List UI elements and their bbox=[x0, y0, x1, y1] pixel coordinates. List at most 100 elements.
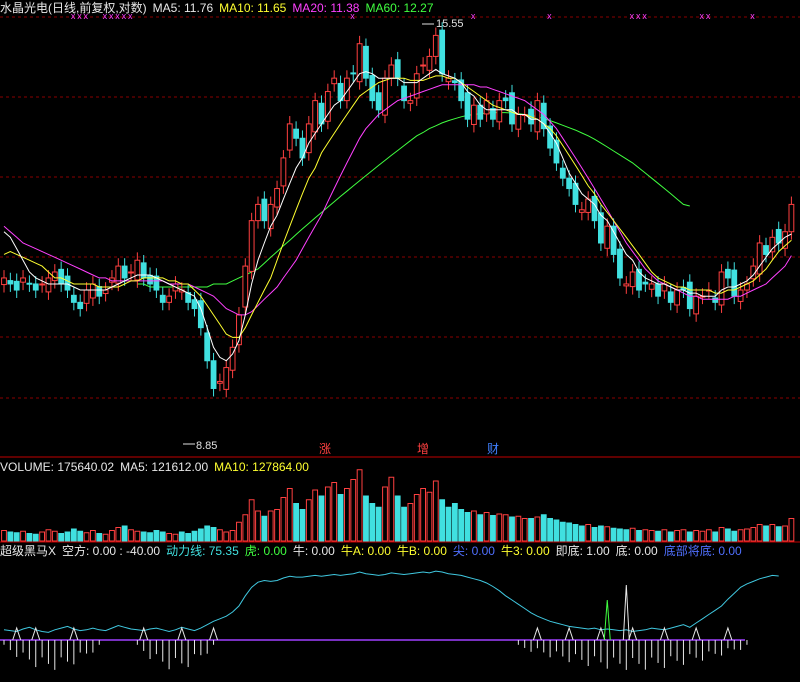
candle-body bbox=[77, 301, 84, 310]
volume-bar bbox=[578, 525, 585, 542]
volume-bar bbox=[236, 521, 242, 542]
volume-bar bbox=[401, 506, 407, 542]
candle-body bbox=[331, 77, 338, 85]
candle-body bbox=[140, 262, 147, 279]
candle-body bbox=[286, 123, 293, 151]
candle-body bbox=[147, 274, 153, 285]
candle-body bbox=[1, 277, 7, 286]
candle-body bbox=[388, 64, 395, 79]
volume-bar bbox=[407, 503, 414, 542]
volume-bar bbox=[763, 525, 769, 542]
volume-bar bbox=[483, 512, 490, 542]
candle-body bbox=[623, 283, 630, 287]
volume-bar bbox=[693, 530, 700, 542]
candle-body bbox=[274, 188, 280, 208]
volume-bar bbox=[413, 494, 420, 542]
peak-marker bbox=[177, 626, 187, 641]
moving-average-lines bbox=[3, 68, 792, 362]
volume-bar bbox=[394, 495, 401, 542]
volume-bar bbox=[439, 499, 446, 542]
volume-bar bbox=[58, 533, 65, 542]
volume-bar bbox=[293, 503, 300, 542]
signal-x-mark: x bbox=[706, 11, 711, 21]
candle-body bbox=[667, 291, 674, 303]
volume-bar bbox=[382, 486, 388, 542]
indicator-header: 超级黑马X 空方: 0.00 : -40.00 动力线: 75.35 虎: 0.00 牛… bbox=[0, 544, 748, 558]
volume-bar bbox=[204, 525, 211, 542]
candle-body bbox=[248, 220, 255, 272]
volume-bar bbox=[83, 532, 90, 542]
volume-bar bbox=[642, 529, 649, 542]
candle-body bbox=[509, 92, 515, 125]
high-price-label: 15.55 bbox=[436, 18, 464, 30]
candle-body bbox=[58, 268, 65, 285]
candle-body bbox=[598, 212, 604, 244]
volume-bar bbox=[464, 512, 471, 542]
peak-marker bbox=[12, 626, 22, 641]
volume-bar bbox=[64, 531, 71, 542]
signal-label-signal_zeng: 增 bbox=[417, 442, 429, 456]
indicator-panel bbox=[0, 570, 779, 670]
volume-bar bbox=[45, 529, 52, 542]
di-value: 底: 0.00 bbox=[615, 544, 658, 558]
signal-x-mark: x bbox=[636, 11, 641, 21]
candle-body bbox=[534, 100, 541, 133]
ma10-value: MA10: 11.65 bbox=[219, 1, 287, 15]
candle-body bbox=[642, 281, 649, 285]
volume-bar bbox=[458, 509, 465, 542]
volume-ma10: MA10: 127864.00 bbox=[214, 460, 309, 474]
volume-bar bbox=[375, 506, 382, 542]
volume-bar bbox=[426, 491, 433, 542]
candle-body bbox=[451, 80, 458, 84]
volume-bar bbox=[77, 530, 84, 542]
candle-body bbox=[191, 299, 198, 310]
candle-body bbox=[502, 97, 509, 102]
candle-body bbox=[45, 277, 52, 293]
volume-bar bbox=[712, 531, 719, 542]
volume-bar bbox=[147, 532, 153, 542]
peak-marker bbox=[691, 626, 701, 641]
volume-bar bbox=[229, 530, 236, 542]
candle-body bbox=[70, 294, 77, 303]
candle-body bbox=[420, 64, 427, 67]
signal-x-mark: x bbox=[547, 11, 552, 21]
volume-bar bbox=[737, 529, 744, 542]
volume-bar bbox=[217, 529, 223, 542]
ma60-line bbox=[137, 112, 690, 288]
candle-body bbox=[223, 367, 230, 390]
volume-bar bbox=[667, 531, 674, 542]
candle-body bbox=[426, 55, 433, 71]
dongli-value: 动力线: 75.35 bbox=[166, 544, 239, 558]
volume-bar bbox=[617, 528, 623, 542]
volume-bar bbox=[451, 503, 458, 542]
signal-x-mark: x bbox=[642, 11, 647, 21]
candle-body bbox=[102, 289, 109, 295]
volume-bar bbox=[7, 531, 14, 542]
candle-body bbox=[159, 294, 166, 303]
candle-body bbox=[483, 100, 490, 115]
candle-body bbox=[712, 297, 719, 303]
candle-body bbox=[515, 113, 522, 130]
volume-bar bbox=[750, 527, 757, 542]
candle-body bbox=[617, 248, 623, 279]
candle-body bbox=[312, 100, 319, 133]
volume-bar bbox=[718, 527, 725, 542]
niu-value: 牛: 0.00 bbox=[292, 544, 335, 558]
volume-bar bbox=[344, 488, 350, 542]
volume-bar bbox=[26, 533, 33, 542]
volume-bar bbox=[566, 522, 573, 542]
volume-bar bbox=[648, 530, 655, 542]
volume-bar bbox=[604, 526, 611, 542]
volume-bar bbox=[661, 529, 668, 542]
volume-bar bbox=[477, 514, 484, 542]
volume-bar bbox=[299, 509, 306, 542]
volume-header: VOLUME: 175640.02 MA5: 121612.00 MA10: 127… bbox=[0, 460, 315, 474]
volume-bar bbox=[242, 514, 249, 542]
volume-bar bbox=[13, 532, 20, 542]
peak-marker bbox=[723, 626, 733, 641]
volume-value: VOLUME: 175640.02 bbox=[0, 460, 115, 474]
volume-bar bbox=[210, 527, 217, 542]
volume-bar bbox=[39, 531, 46, 542]
volume-bar bbox=[96, 533, 103, 542]
volume-bar bbox=[585, 524, 592, 542]
